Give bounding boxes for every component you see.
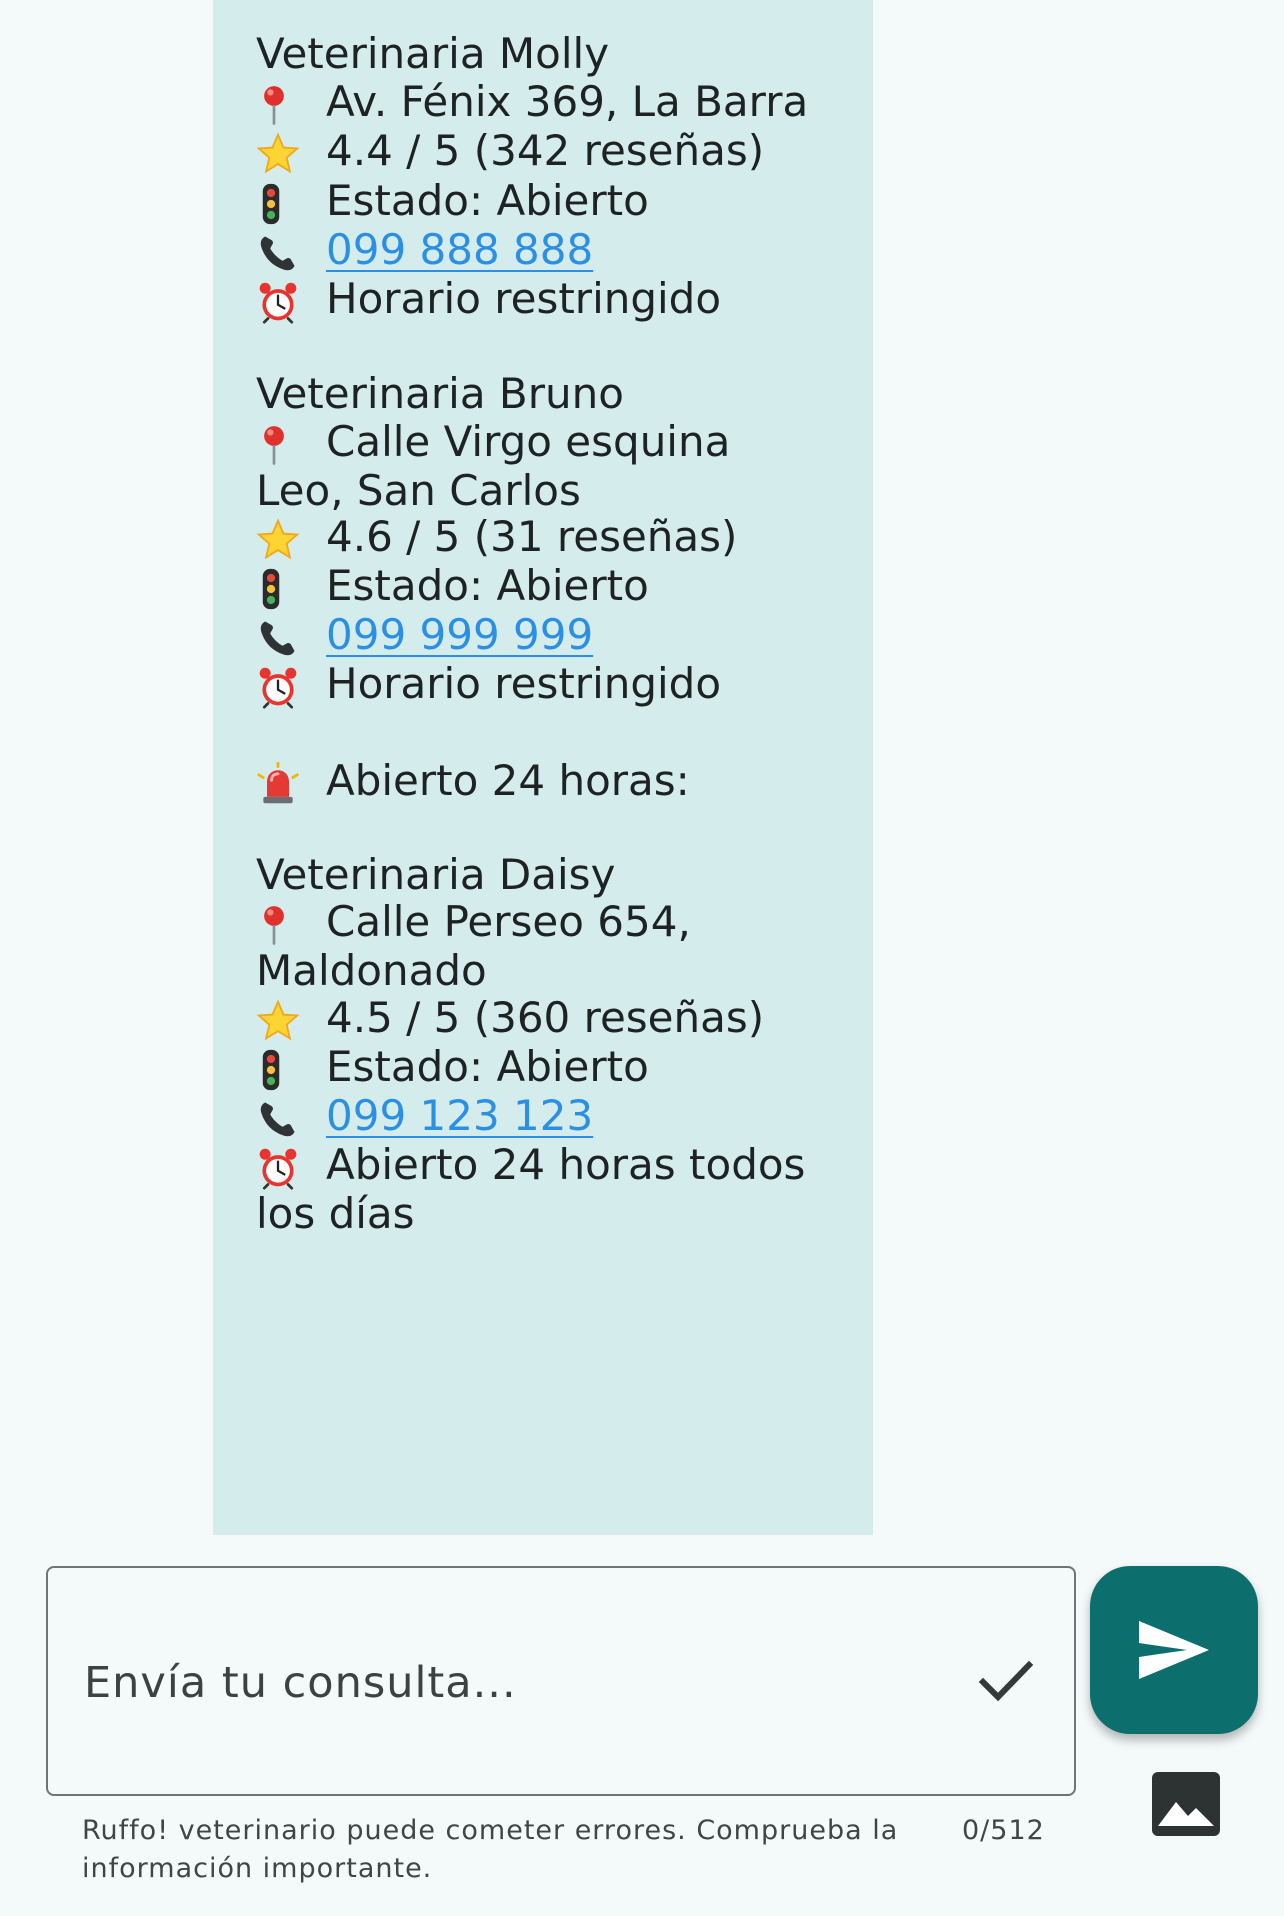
phone-link[interactable]: 099 123 123 bbox=[326, 1091, 593, 1140]
phone-link[interactable]: 099 888 888 bbox=[326, 225, 593, 274]
phone-link[interactable]: 099 999 999 bbox=[326, 610, 593, 659]
section-24h-heading: Abierto 24 horas: bbox=[256, 751, 690, 811]
vet-hours: Horario restringido bbox=[256, 269, 721, 329]
check-icon[interactable] bbox=[978, 1656, 1034, 1706]
vet-hours: Horario restringido bbox=[256, 654, 721, 714]
chat-message-bubble: Veterinaria Molly Av. Fénix 369, La Barr… bbox=[213, 0, 873, 1535]
character-counter: 0/512 bbox=[962, 1815, 1045, 1846]
vet-hours-continued: los días bbox=[256, 1189, 415, 1238]
disclaimer-text: Ruffo! veterinario puede cometer errores… bbox=[82, 1815, 899, 1884]
alarm-clock-icon bbox=[256, 269, 326, 329]
send-icon bbox=[1139, 1621, 1209, 1679]
send-button[interactable] bbox=[1090, 1566, 1258, 1734]
image-icon[interactable] bbox=[1150, 1770, 1222, 1838]
alarm-clock-icon bbox=[256, 654, 326, 714]
message-input[interactable]: Envía tu consulta... bbox=[46, 1566, 1076, 1796]
input-placeholder: Envía tu consulta... bbox=[84, 1658, 517, 1708]
siren-icon bbox=[256, 751, 326, 811]
